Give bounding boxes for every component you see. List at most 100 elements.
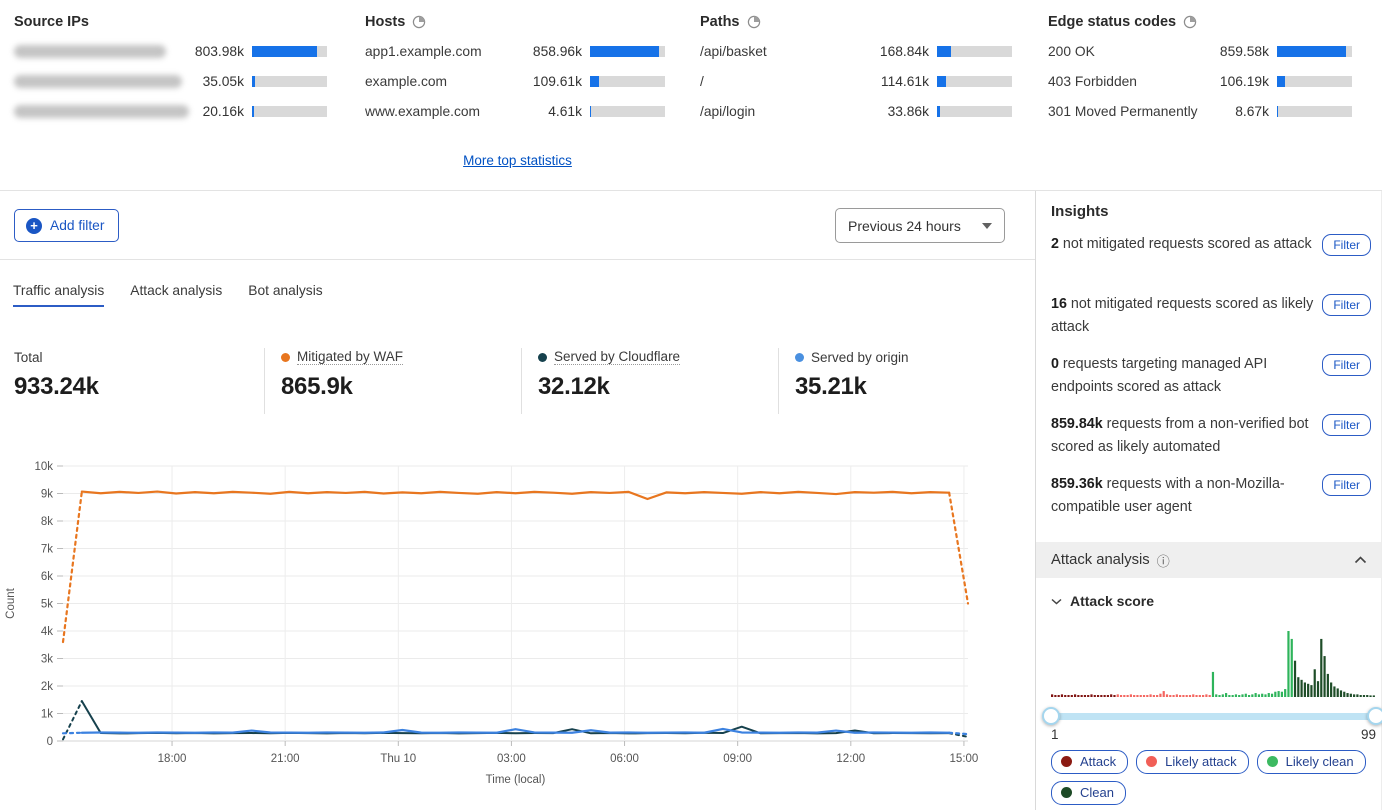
legend-button-likely-clean[interactable]: Likely clean xyxy=(1257,750,1366,774)
insight-count: 859.84k xyxy=(1051,416,1103,432)
top-stat-bar xyxy=(252,76,327,87)
legend-color-dot xyxy=(1146,756,1157,767)
insights-title: Insights xyxy=(1051,203,1109,220)
top-stat-title: Edge status codes xyxy=(1048,12,1352,32)
top-stat-bar-fill xyxy=(252,76,255,87)
top-stat-row: 301 Moved Permanently8.67k xyxy=(1048,96,1352,126)
slider-max-label: 99 xyxy=(1361,727,1376,742)
more-top-statistics-row: More top statistics xyxy=(0,152,1035,170)
tab-traffic-analysis[interactable]: Traffic analysis xyxy=(13,283,104,307)
more-top-statistics-link[interactable]: More top statistics xyxy=(463,153,572,168)
summary-stat-label-row: Served by origin xyxy=(795,348,1025,366)
insight-item: 859.36k requests with a non-Mozilla-comp… xyxy=(1051,473,1371,520)
summary-stat-label-row: Mitigated by WAF xyxy=(281,348,511,366)
top-stat-bar-fill xyxy=(937,76,946,87)
insights-list: 2 not mitigated requests scored as attac… xyxy=(1051,233,1371,533)
divider xyxy=(0,259,1035,260)
svg-text:18:00: 18:00 xyxy=(158,753,187,765)
legend-label: Attack xyxy=(1080,754,1116,769)
insight-count: 16 xyxy=(1051,296,1067,312)
top-stat-bar xyxy=(937,106,1012,117)
top-stat-bar xyxy=(252,46,327,57)
svg-text:0: 0 xyxy=(47,736,53,748)
attack-score-legend: Attack Likely attack Likely clean Clean xyxy=(1051,750,1382,805)
top-stat-item-value: 106.19k xyxy=(1207,74,1269,89)
svg-text:09:00: 09:00 xyxy=(723,753,752,765)
svg-text:06:00: 06:00 xyxy=(610,753,639,765)
time-range-value: Previous 24 hours xyxy=(848,218,961,234)
top-stat-item-label: 403 Forbidden xyxy=(1048,74,1207,89)
attack-score-range-slider[interactable] xyxy=(1051,713,1376,720)
svg-text:10k: 10k xyxy=(34,461,53,473)
insight-filter-button[interactable]: Filter xyxy=(1322,234,1371,256)
top-stat-column: Edge status codes200 OK859.58k403 Forbid… xyxy=(1048,12,1352,126)
series-color-dot xyxy=(795,353,804,362)
sampled-pie-icon xyxy=(412,15,426,29)
insight-filter-button[interactable]: Filter xyxy=(1322,474,1371,496)
top-stat-bar-fill xyxy=(252,106,254,117)
insight-item: 2 not mitigated requests scored as attac… xyxy=(1051,233,1371,280)
top-stat-row: /114.61k xyxy=(700,66,1012,96)
top-stat-title: Hosts xyxy=(365,12,665,32)
insight-count: 2 xyxy=(1051,236,1059,252)
insight-text: 0 requests targeting managed API endpoin… xyxy=(1051,353,1315,399)
traffic-chart: 01k2k3k4k5k6k7k8k9k10k18:0021:00Thu 1003… xyxy=(0,445,990,795)
attack-score-label: Attack score xyxy=(1070,593,1154,609)
top-stat-item-value: 20.16k xyxy=(189,104,244,119)
slider-handle-min[interactable] xyxy=(1042,707,1060,725)
top-stat-item-value: 168.84k xyxy=(867,44,929,59)
insight-count: 859.36k xyxy=(1051,476,1103,492)
summary-stat-label: Mitigated by WAF xyxy=(297,349,403,365)
top-stat-row: /api/basket168.84k xyxy=(700,36,1012,66)
legend-button-likely-attack[interactable]: Likely attack xyxy=(1136,750,1249,774)
insight-filter-button[interactable]: Filter xyxy=(1322,294,1371,316)
add-filter-button[interactable]: + Add filter xyxy=(14,209,119,242)
insight-text: 2 not mitigated requests scored as attac… xyxy=(1051,233,1315,256)
chevron-down-icon xyxy=(1051,598,1062,605)
top-stat-row: app1.example.com858.96k xyxy=(365,36,665,66)
top-stat-row: www.example.com4.61k xyxy=(365,96,665,126)
slider-labels: 1 99 xyxy=(1051,727,1376,742)
top-stat-item-value: 8.67k xyxy=(1207,104,1269,119)
svg-text:6k: 6k xyxy=(41,571,53,583)
insight-text: 859.36k requests with a non-Mozilla-comp… xyxy=(1051,473,1315,519)
top-stat-item-value: 803.98k xyxy=(182,44,244,59)
top-stat-bar-fill xyxy=(590,106,591,117)
traffic-summary: Total933.24k Mitigated by WAF 865.9k Served… xyxy=(14,348,1035,414)
top-stat-item-label: / xyxy=(700,74,867,89)
legend-button-attack[interactable]: Attack xyxy=(1051,750,1128,774)
legend-label: Likely attack xyxy=(1165,754,1237,769)
insight-text: 16 not mitigated requests scored as like… xyxy=(1051,293,1315,339)
tab-attack-analysis[interactable]: Attack analysis xyxy=(130,283,222,307)
slider-handle-max[interactable] xyxy=(1367,707,1382,725)
time-range-select[interactable]: Previous 24 hours xyxy=(835,208,1005,243)
summary-stat: Mitigated by WAF 865.9k xyxy=(264,348,521,414)
legend-button-clean[interactable]: Clean xyxy=(1051,781,1126,805)
series-color-dot xyxy=(538,353,547,362)
attack-analysis-header[interactable]: Attack analysis ⓘ xyxy=(1036,542,1381,578)
svg-text:7k: 7k xyxy=(41,544,53,556)
top-stat-bar xyxy=(1277,76,1352,87)
summary-stat-label-row: Served by Cloudflare xyxy=(538,348,768,366)
main-split: + Add filter Previous 24 hours Traffic a… xyxy=(0,191,1382,810)
top-stat-column: Paths/api/basket168.84k/114.61k/api/logi… xyxy=(700,12,1012,126)
insight-filter-button[interactable]: Filter xyxy=(1322,354,1371,376)
top-stat-bar-fill xyxy=(937,106,940,117)
tab-bot-analysis[interactable]: Bot analysis xyxy=(248,283,322,307)
top-stat-row: 35.05k xyxy=(14,66,327,96)
summary-stat: Served by origin35.21k xyxy=(778,348,1035,414)
source-ip-redacted xyxy=(14,75,182,88)
summary-stat-value: 865.9k xyxy=(281,373,511,401)
summary-stat: Total933.24k xyxy=(14,348,264,414)
attack-score-toggle[interactable]: Attack score xyxy=(1051,593,1154,609)
insight-item: 859.84k requests from a non-verified bot… xyxy=(1051,413,1371,460)
top-stat-bar-fill xyxy=(937,46,951,57)
top-stat-item-value: 35.05k xyxy=(182,74,244,89)
legend-label: Likely clean xyxy=(1286,754,1354,769)
svg-text:Time (local): Time (local) xyxy=(486,774,546,786)
summary-stat-value: 32.12k xyxy=(538,373,768,401)
insight-filter-button[interactable]: Filter xyxy=(1322,414,1371,436)
insight-text: 859.84k requests from a non-verified bot… xyxy=(1051,413,1315,459)
legend-color-dot xyxy=(1061,787,1072,798)
top-stat-item-value: 859.58k xyxy=(1207,44,1269,59)
